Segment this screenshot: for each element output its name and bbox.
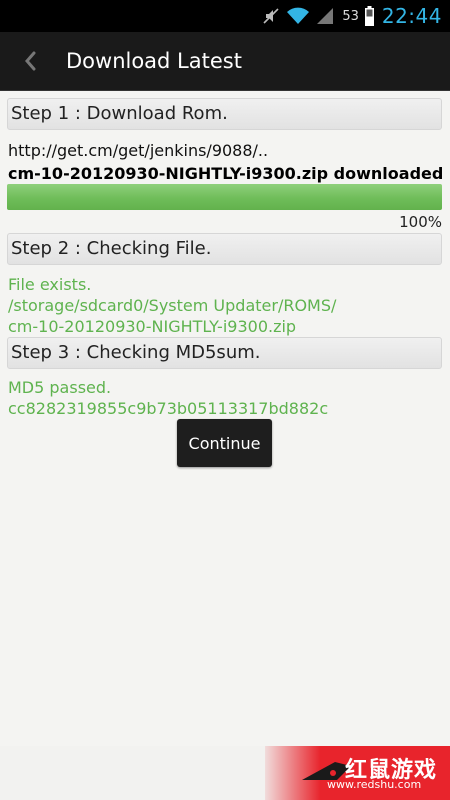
- watermark-banner: 红鼠游戏 www.redshu.com: [265, 746, 450, 800]
- progress-percent: 100%: [399, 213, 442, 231]
- progress-fill: [7, 184, 442, 210]
- file-path-text: /storage/sdcard0/System Updater/ROMS/: [8, 296, 337, 315]
- step1-header: Step 1 : Download Rom.: [7, 98, 442, 130]
- step3-header: Step 3 : Checking MD5sum.: [7, 337, 442, 369]
- action-bar: Download Latest: [0, 32, 450, 91]
- file-exists-text: File exists.: [8, 275, 92, 294]
- clock: 22:44: [381, 4, 442, 28]
- wifi-icon: [286, 7, 310, 25]
- status-bar: 53 22:44: [0, 0, 450, 32]
- battery-level: 53: [342, 8, 359, 24]
- chevron-left-icon: [25, 51, 36, 71]
- md5-status-text: MD5 passed.: [8, 378, 112, 397]
- step2-header: Step 2 : Checking File.: [7, 233, 442, 265]
- page-title: Download Latest: [66, 49, 242, 73]
- md5-hash-text: cc8282319855c9b73b05113317bd882c: [8, 399, 329, 418]
- download-progress-bar: [7, 184, 442, 210]
- watermark-url: www.redshu.com: [327, 778, 422, 791]
- download-status: cm-10-20120930-NIGHTLY-i9300.zip downloa…: [8, 164, 450, 183]
- download-url: http://get.cm/get/jenkins/9088/..: [8, 141, 269, 160]
- battery-icon: [364, 6, 374, 26]
- signal-icon: [316, 7, 334, 25]
- mute-icon: [262, 7, 280, 25]
- back-button[interactable]: [10, 32, 50, 90]
- continue-button[interactable]: Continue: [177, 419, 272, 467]
- file-name-text: cm-10-20120930-NIGHTLY-i9300.zip: [8, 317, 297, 336]
- content-area: Step 1 : Download Rom. http://get.cm/get…: [0, 91, 450, 746]
